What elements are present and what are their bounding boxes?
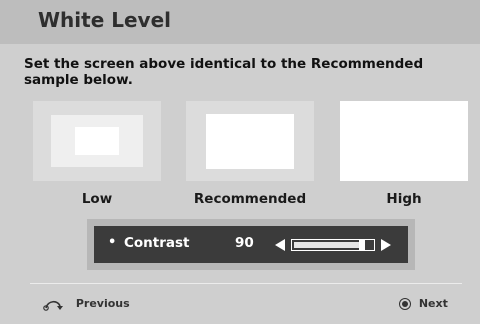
white-level-panel: White Level Set the screen above identic…: [0, 0, 480, 324]
sample-high: [340, 101, 468, 181]
sample-label-high: High: [386, 191, 422, 207]
divider: [30, 283, 462, 284]
previous-button[interactable]: Previous: [42, 297, 130, 311]
next-button[interactable]: Next: [399, 297, 448, 310]
contrast-value: 90: [235, 235, 254, 251]
sample-recommended: [186, 101, 314, 181]
contrast-slider-thumb[interactable]: [359, 240, 365, 250]
sample-low: [33, 101, 161, 181]
next-label: Next: [418, 297, 448, 310]
contrast-label: Contrast: [124, 235, 190, 251]
instruction-text: Set the screen above identical to the Re…: [24, 56, 424, 88]
contrast-control-frame: • Contrast 90: [87, 219, 415, 270]
contrast-control[interactable]: • Contrast 90: [94, 226, 408, 263]
sample-low-inner: [75, 127, 119, 155]
sample-recommended-inner: [206, 114, 294, 169]
circle-button-icon: [399, 298, 411, 310]
contrast-slider[interactable]: [291, 239, 375, 251]
triangle-right-icon[interactable]: [381, 239, 391, 251]
title-bar: White Level: [0, 0, 480, 44]
page-title: White Level: [38, 8, 172, 32]
contrast-slider-fill: [294, 242, 359, 248]
bullet: •: [108, 235, 117, 250]
sample-label-recommended: Recommended: [193, 191, 307, 207]
sample-label-low: Low: [81, 191, 113, 207]
previous-label: Previous: [75, 297, 130, 310]
triangle-left-icon[interactable]: [275, 239, 285, 251]
return-icon: [43, 300, 63, 311]
